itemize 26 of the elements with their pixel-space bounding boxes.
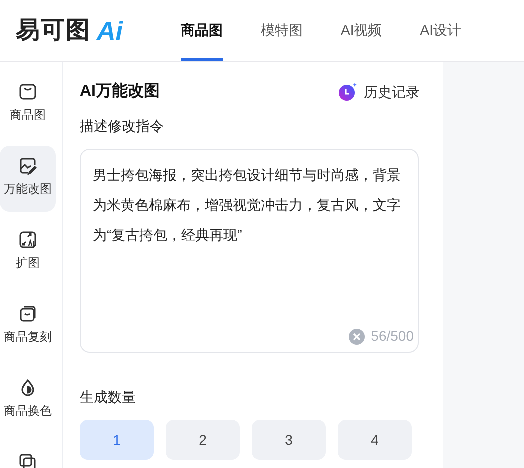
char-counter: 56/500	[371, 327, 414, 346]
images-icon	[18, 452, 38, 468]
clock-icon	[338, 82, 358, 102]
history-button[interactable]: 历史记录	[338, 82, 420, 102]
copy-icon	[18, 304, 38, 324]
bag-icon	[18, 82, 38, 102]
count-option[interactable]: 1	[80, 420, 154, 460]
sidebar-item[interactable]: 商品复刻	[0, 294, 56, 360]
sidebar-item[interactable]: 万能改图	[0, 146, 56, 212]
sidebar-item[interactable]: 商品换色	[0, 368, 56, 434]
logo-text: 易可图	[16, 18, 91, 42]
panel-title: AI万能改图	[80, 82, 160, 102]
nav-tab[interactable]: AI设计	[420, 0, 462, 61]
nav-tab[interactable]: 商品图	[181, 0, 223, 61]
nav-tab[interactable]: 模特图	[261, 0, 303, 61]
sidebar-item[interactable]: 商品图	[0, 72, 56, 138]
sidebar-item[interactable]: 扩图	[0, 220, 56, 286]
count-option[interactable]: 4	[338, 420, 412, 460]
count-option[interactable]: 3	[252, 420, 326, 460]
field-label: 描述修改指令	[80, 117, 165, 136]
count-option[interactable]: 2	[166, 420, 240, 460]
logo-label: Ai	[97, 18, 123, 44]
image-edit-icon	[18, 156, 38, 176]
field-label: 生成数量	[80, 388, 137, 407]
expand-icon	[18, 230, 38, 250]
nav-tab[interactable]: AI视频	[341, 0, 382, 61]
